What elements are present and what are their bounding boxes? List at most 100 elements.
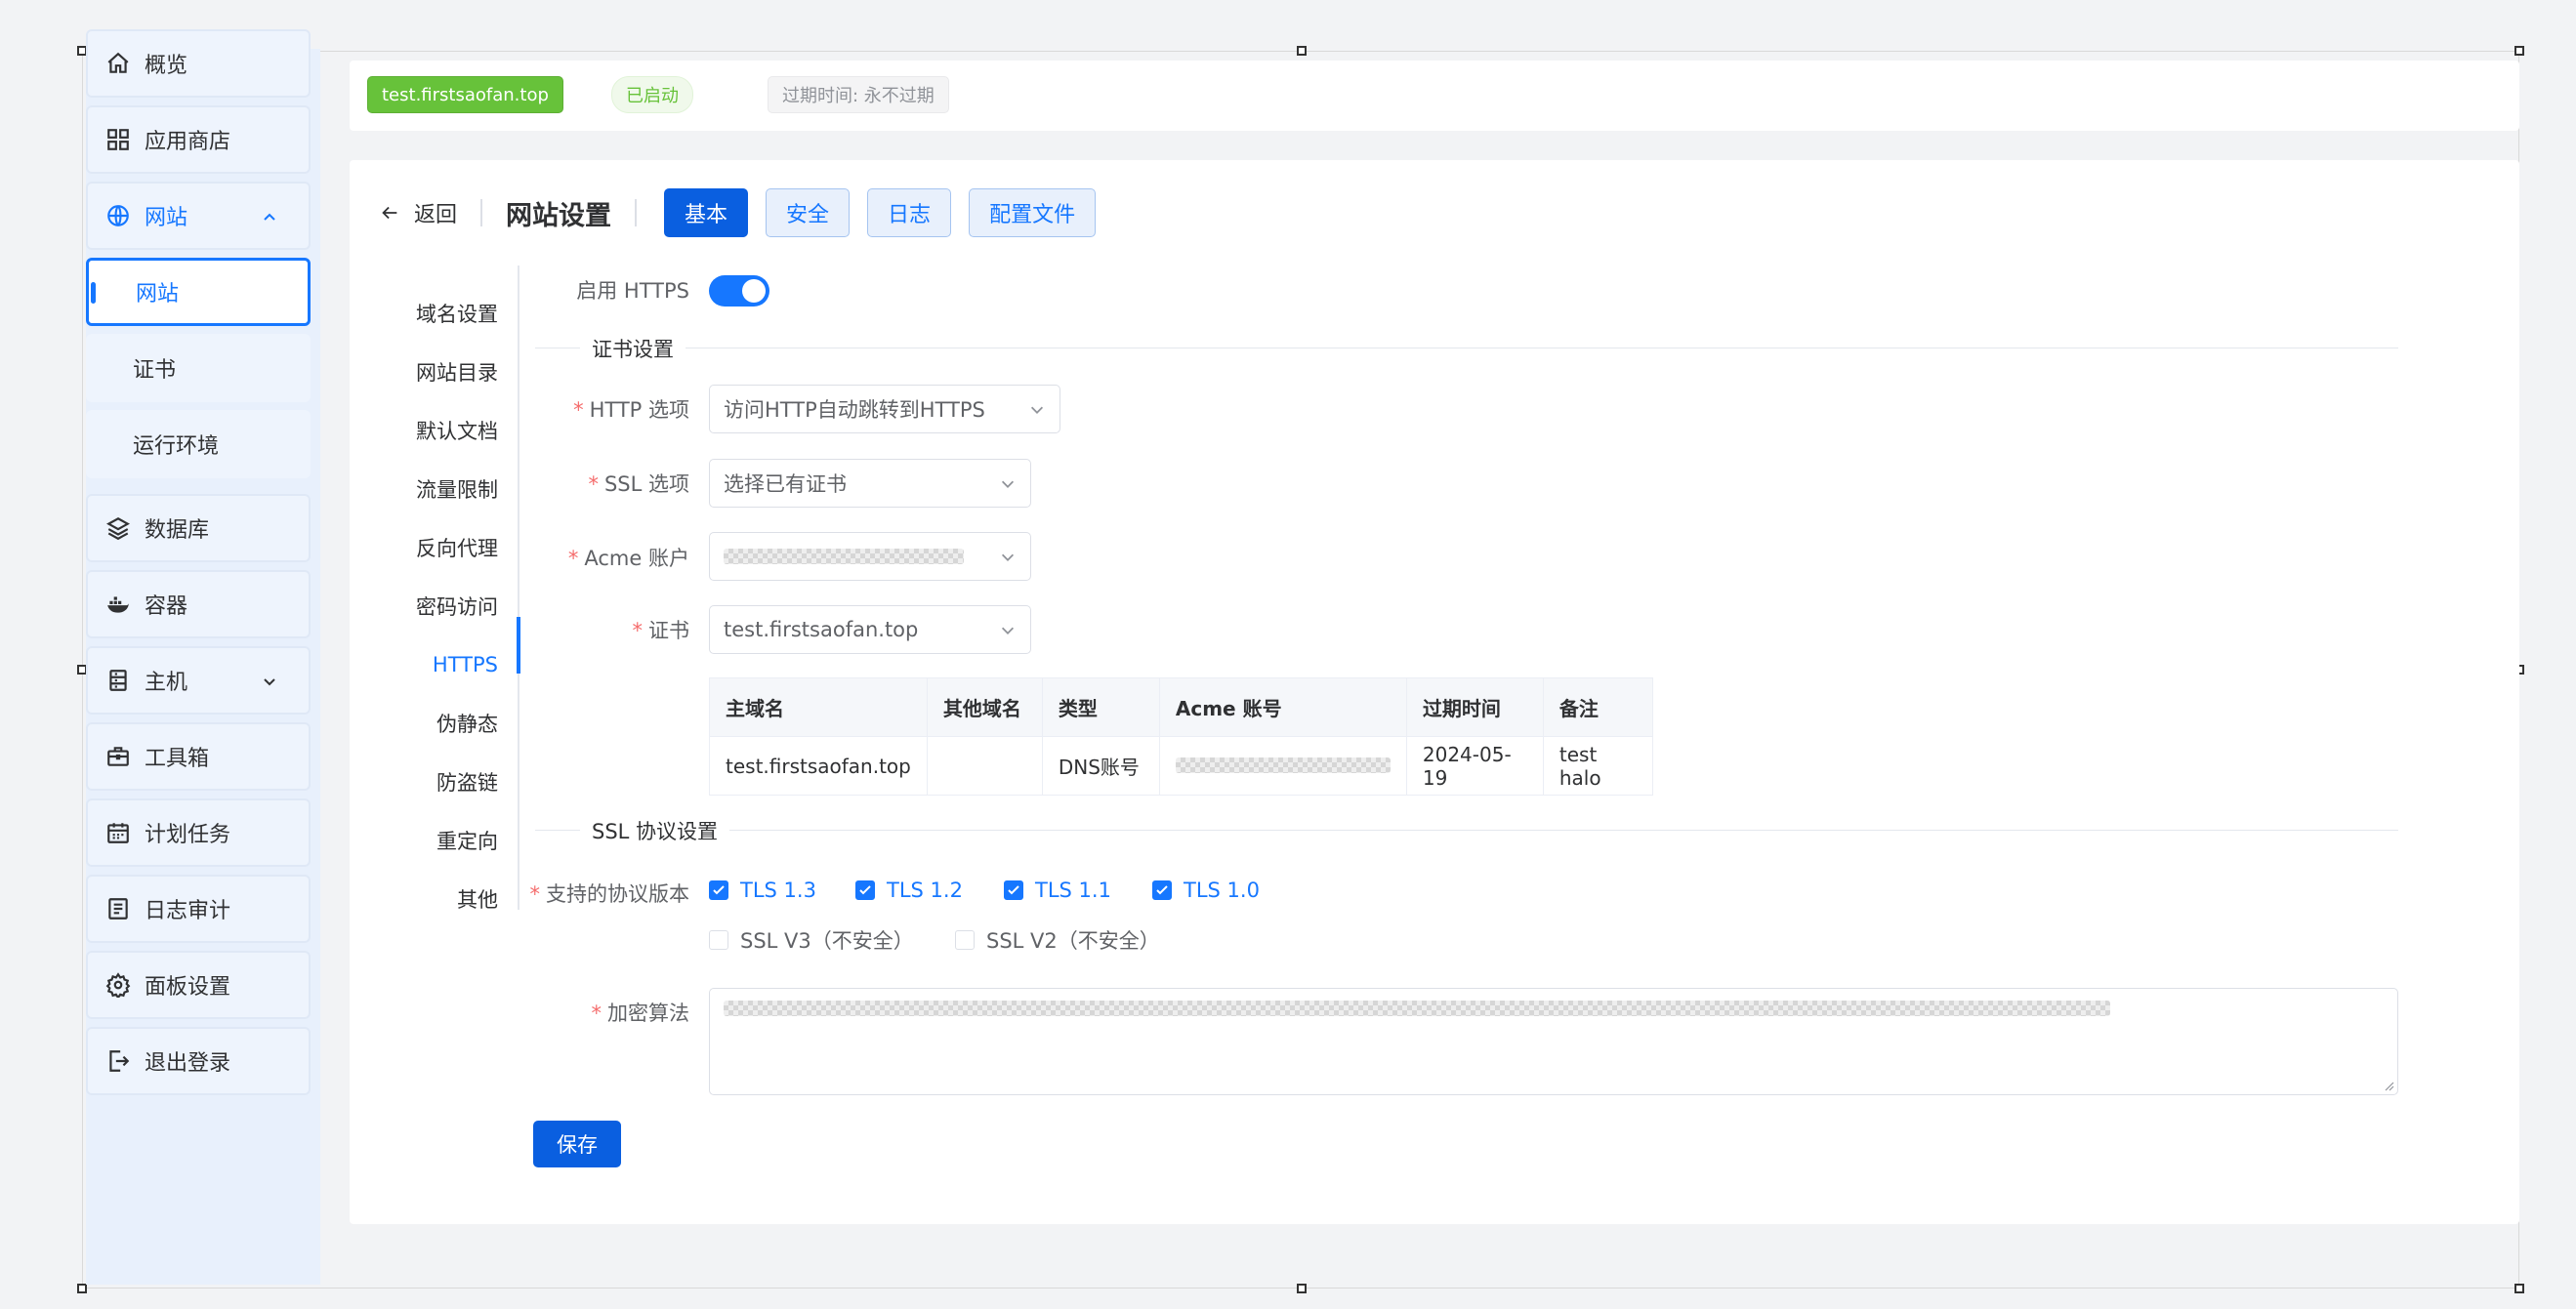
sidebar-item-label: 计划任务 [145,823,231,847]
sslv2-checkbox[interactable]: SSL V2（不安全） [955,925,1160,955]
ssl-option-select[interactable]: 选择已有证书 [709,459,1031,508]
menu-item-reverse-proxy[interactable]: 反向代理 [350,529,519,568]
sidebar-item-overview[interactable]: 概览 [86,29,311,98]
redacted-value [724,1001,2110,1016]
chevron-down-icon [1030,406,1044,414]
log-icon [104,894,133,923]
divider [635,199,638,226]
column-header: 其他域名 [926,677,1043,737]
sidebar-item-host[interactable]: 主机 [86,646,311,715]
ssl-option-label: * SSL 选项 [588,472,689,496]
website-status-bar: test.firstsaofan.top 已启动 过期时间: 永不过期 [350,61,2519,131]
sidebar-item-cron[interactable]: 计划任务 [86,798,311,867]
menu-item-https[interactable]: HTTPS [350,645,519,684]
tab-logs[interactable]: 日志 [867,188,952,237]
column-header: 类型 [1041,677,1160,737]
resize-grip-icon[interactable] [2383,1080,2394,1091]
table-cell: test halo [1542,736,1653,796]
tls10-checkbox[interactable]: TLS 1.0 [1152,879,1260,902]
cert-section-title: 证书设置 [580,334,686,363]
table-cell: 2024-05-19 [1405,736,1544,796]
menu-item-default-doc[interactable]: 默认文档 [350,412,519,451]
sidebar-item-label: 工具箱 [145,747,210,771]
chevron-down-icon [264,678,275,686]
certificate-select[interactable]: test.firstsaofan.top [709,605,1031,654]
sidebar-item-label: 面板设置 [145,975,231,1000]
sidebar-subitem-websites[interactable]: 网站 [86,258,311,326]
back-label: 返回 [414,203,458,227]
sidebar-item-database[interactable]: 数据库 [86,494,311,562]
ssl-protocol-section-title: SSL 协议设置 [580,816,730,845]
checkbox-box [709,930,728,950]
redacted-value [1175,757,1391,773]
tab-security[interactable]: 安全 [766,188,851,237]
sidebar-item-logs[interactable]: 日志审计 [86,875,311,943]
save-button[interactable]: 保存 [533,1121,621,1167]
column-header: 备注 [1542,677,1653,737]
sidebar-item-website[interactable]: 网站 [86,182,311,250]
sidebar-item-label: 证书 [133,358,177,383]
checkbox-box [1004,880,1023,900]
sidebar-item-label: 网站 [145,206,188,230]
sidebar-item-logout[interactable]: 退出登录 [86,1027,311,1095]
sidebar-subitem-runtime[interactable]: 运行环境 [86,410,311,478]
layers-icon [104,513,133,543]
http-option-label: * HTTP 选项 [573,398,689,422]
checkbox-box [1152,880,1172,900]
website-settings-card: 返回 网站设置 基本 安全 日志 配置文件 域名设置 网站目录 默认文档 流量限… [350,160,2519,1224]
resize-handle[interactable] [1297,1284,1307,1293]
menu-item-domains[interactable]: 域名设置 [350,295,519,334]
menu-item-hotlink[interactable]: 防盗链 [350,763,519,802]
menu-item-site-directory[interactable]: 网站目录 [350,353,519,392]
checkbox-box [709,880,728,900]
expire-tag: 过期时间: 永不过期 [768,76,949,113]
tls13-checkbox[interactable]: TLS 1.3 [709,879,816,902]
sidebar-item-label: 网站 [136,282,180,307]
menu-item-rate-limit[interactable]: 流量限制 [350,470,519,510]
resize-handle[interactable] [77,1284,87,1293]
sidebar-item-app-store[interactable]: 应用商店 [86,105,311,174]
select-value: 选择已有证书 [724,472,847,496]
resize-handle[interactable] [2514,1284,2524,1293]
chevron-down-icon [1001,480,1015,488]
section-divider [535,830,2398,831]
chevron-down-icon [1001,627,1015,634]
https-toggle[interactable] [709,275,769,307]
chevron-up-icon [264,213,275,221]
tab-config-file[interactable]: 配置文件 [969,188,1097,237]
sidebar-item-toolbox[interactable]: 工具箱 [86,722,311,791]
column-header: Acme 账号 [1158,677,1407,737]
status-badge: 已启动 [611,76,693,113]
table-cell [1158,736,1407,796]
tls12-checkbox[interactable]: TLS 1.2 [855,879,963,902]
tls11-checkbox[interactable]: TLS 1.1 [1004,879,1111,902]
column-header: 过期时间 [1405,677,1544,737]
calendar-icon [104,818,133,847]
sslv3-checkbox[interactable]: SSL V3（不安全） [709,925,914,955]
certificate-label: * 证书 [632,619,690,642]
menu-item-rewrite[interactable]: 伪静态 [350,705,519,744]
menu-item-password-access[interactable]: 密码访问 [350,588,519,627]
sidebar-item-settings[interactable]: 面板设置 [86,951,311,1019]
sidebar-subitem-certificates[interactable]: 证书 [86,334,311,402]
resize-handle[interactable] [2514,46,2524,56]
page-title: 网站设置 [506,200,612,231]
globe-icon [104,201,133,230]
resize-handle[interactable] [1297,46,1307,56]
home-icon [104,49,133,78]
acme-account-select[interactable] [709,532,1031,581]
column-header: 主域名 [709,677,928,737]
cipher-textarea[interactable] [709,988,2398,1095]
divider [480,199,483,226]
server-icon [104,666,133,695]
http-option-select[interactable]: 访问HTTP自动跳转到HTTPS [709,385,1060,433]
logout-icon [104,1046,133,1076]
chevron-down-icon [1001,553,1015,561]
menu-item-redirect[interactable]: 重定向 [350,822,519,861]
menu-item-other[interactable]: 其他 [350,880,519,920]
back-button[interactable]: 返回 [379,197,457,228]
sidebar-item-container[interactable]: 容器 [86,570,311,638]
protocol-label: * 支持的协议版本 [529,882,690,906]
sidebar-item-label: 容器 [145,594,188,619]
tab-basic[interactable]: 基本 [664,188,749,237]
